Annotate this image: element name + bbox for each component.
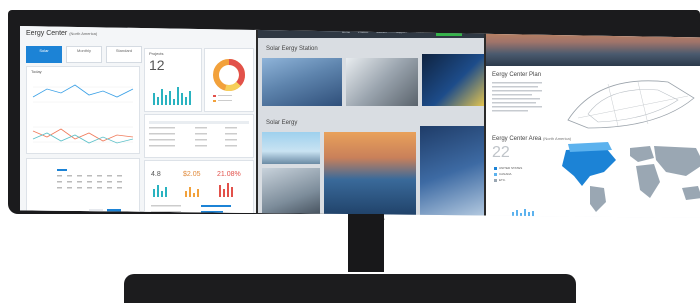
line-chart-card: Today <box>26 66 140 154</box>
map-south-america <box>590 186 606 212</box>
solar-farm-photo <box>262 58 342 106</box>
dashboard-title: Eergy Center (North America) <box>26 30 97 37</box>
nav-item-home[interactable]: Home <box>342 30 350 34</box>
plan-description-text <box>492 82 542 112</box>
map-europe <box>630 146 654 162</box>
donut-chart <box>213 59 245 102</box>
legend-swatch-us <box>494 166 497 170</box>
solar-house-photo <box>262 132 320 164</box>
calendar-grid <box>57 169 122 213</box>
solar-site-pane: Home Product Solution Support About Get … <box>258 26 486 218</box>
rooftop-solar-photo <box>262 168 320 218</box>
legend-label-etc: ETC. <box>499 178 506 182</box>
area-mini-bars <box>512 209 534 218</box>
plan-title: Eergy Center Plan <box>492 72 542 78</box>
solar-energy-title: Solar Eergy <box>266 120 298 126</box>
map-africa <box>636 164 660 198</box>
summary-table <box>149 121 249 147</box>
area-region: (North America) <box>543 136 572 141</box>
legend-swatch-etc <box>494 178 497 182</box>
area-count: 22 <box>492 144 510 161</box>
solar-station-title: Solar Eergy Station <box>266 46 318 52</box>
energy-center-pane: Eergy Center Eergy Center Plan Eergy Cen… <box>486 26 700 218</box>
curved-monitor: Eergy Center (North America) Solar Month… <box>8 10 700 221</box>
floor-plan-drawing <box>567 80 695 129</box>
nav-item-support[interactable]: Support <box>396 30 407 34</box>
donut-card <box>204 48 254 112</box>
monitor-stand <box>348 214 384 272</box>
world-map <box>562 142 700 212</box>
ev-charger-photo <box>422 54 484 106</box>
projects-bar-chart <box>153 87 191 105</box>
map-asia <box>654 146 700 176</box>
stats-card: 4.8 $2.05 21.08% <box>144 160 254 218</box>
site-navbar: Home Product Solution Support About Get … <box>258 26 484 38</box>
tab-standard[interactable]: Standard <box>106 46 142 63</box>
dashboard-title-text: Eergy Center <box>26 30 68 37</box>
sunset-solar-photo <box>324 132 416 218</box>
legend-item-canada: CANADA <box>494 172 522 176</box>
nav-item-solution[interactable]: Solution <box>376 30 387 34</box>
line-chart <box>32 84 134 144</box>
monitor-screen: Eergy Center (North America) Solar Month… <box>20 26 700 218</box>
tab-monthly[interactable]: Monthly <box>66 46 102 63</box>
solar-array-photo <box>420 126 484 218</box>
solar-panel-photo <box>346 58 418 106</box>
legend-item-us: UNITED STATES <box>494 166 522 170</box>
energy-center-badge: Eergy Center <box>662 32 692 38</box>
projects-card: Projects 12 <box>144 48 202 112</box>
legend-label-us: UNITED STATES <box>499 166 523 170</box>
city-skyline-photo <box>486 26 700 66</box>
stats-bars <box>151 183 233 213</box>
monitor-base <box>124 274 576 303</box>
get-started-button[interactable]: Get Started <box>436 28 462 36</box>
map-north-america <box>562 148 616 186</box>
legend-label-canada: CANADA <box>499 172 512 176</box>
calendar-card <box>26 158 140 218</box>
dashboard-tabs: Solar Monthly Standard <box>26 46 142 63</box>
legend-swatch-canada <box>494 172 497 176</box>
map-australia <box>682 186 700 200</box>
area-title-text: Eergy Center Area <box>492 136 542 142</box>
nav-item-about[interactable]: About <box>416 30 424 34</box>
tab-solar[interactable]: Solar <box>26 46 62 63</box>
nav-item-product[interactable]: Product <box>358 30 368 34</box>
line-chart-label: Today <box>31 69 42 74</box>
dashboard-pane: Eergy Center (North America) Solar Month… <box>20 26 258 218</box>
line-series-teal <box>32 132 134 144</box>
dashboard-region: (North America) <box>69 31 98 36</box>
legend-item-etc: ETC. <box>494 178 522 182</box>
summary-table-card <box>144 114 254 158</box>
area-legend: UNITED STATES CANADA ETC. <box>494 166 522 182</box>
